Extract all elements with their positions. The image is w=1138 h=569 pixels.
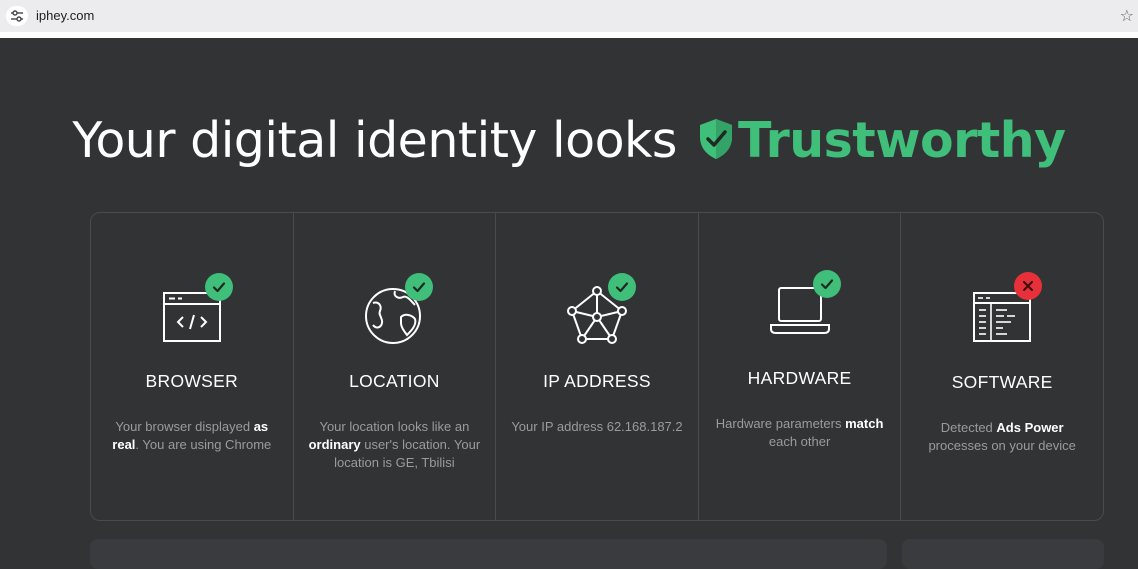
side-panel [902, 539, 1104, 569]
card-title: IP ADDRESS [543, 371, 651, 391]
card-browser: BROWSER Your browser displayed as real. … [91, 213, 294, 520]
card-software: SOFTWARE Detected Ads Power processes on… [901, 213, 1103, 520]
identity-checks-panel: BROWSER Your browser displayed as real. … [90, 212, 1104, 521]
card-ip-address: IP ADDRESS Your IP address 62.168.187.2 [496, 213, 699, 520]
check-badge-icon [405, 273, 434, 301]
desc-text: processes on your device [928, 438, 1076, 453]
card-title: SOFTWARE [951, 372, 1053, 392]
check-badge-icon [812, 270, 841, 298]
card-description: Your IP address 62.168.187.2 [510, 418, 684, 436]
card-title: HARDWARE [747, 368, 852, 388]
browser-address-bar: iphey.com ☆ [0, 0, 1138, 34]
site-info-button[interactable] [6, 6, 28, 26]
headline-prefix: Your digital identity looks [72, 112, 677, 169]
desc-text: Your IP address 62.168.187.2 [511, 419, 683, 434]
desc-text: . You are using Chrome [135, 437, 272, 452]
card-description: Hardware parameters match each other [713, 415, 887, 451]
desc-bold: Ads Power [996, 420, 1064, 435]
check-badge-icon [204, 273, 233, 301]
card-hardware: HARDWARE Hardware parameters match each … [699, 213, 902, 520]
error-badge-icon [1014, 272, 1043, 300]
shield-check-icon [698, 116, 734, 173]
verdict-text: Trustworthy [738, 112, 1066, 169]
network-icon [552, 273, 642, 353]
url-text[interactable]: iphey.com [36, 8, 94, 23]
desc-text: each other [768, 434, 831, 449]
globe-icon [349, 273, 439, 353]
desc-bold: match [845, 416, 884, 431]
desc-bold: ordinary [308, 437, 361, 452]
card-description: Detected Ads Power processes on your dev… [915, 419, 1089, 455]
toolbar-separator [0, 33, 1138, 38]
desc-text: Your browser displayed [115, 419, 254, 434]
card-description: Your location looks like an ordinary use… [308, 418, 482, 472]
details-panel [90, 539, 887, 569]
card-title: BROWSER [145, 371, 239, 391]
page-headline: Your digital identity looks Trustworthy [0, 112, 1138, 173]
card-description: Your browser displayed as real. You are … [105, 418, 279, 454]
url-omnibox[interactable]: iphey.com ☆ [0, 0, 1138, 32]
star-icon[interactable]: ☆ [1120, 6, 1134, 26]
laptop-icon [755, 270, 845, 350]
desc-text: Your location looks like an [319, 419, 470, 434]
browser-code-icon [147, 273, 237, 353]
check-badge-icon [607, 273, 636, 301]
tune-icon [11, 10, 23, 22]
desc-text: Detected [940, 420, 997, 435]
card-location: LOCATION Your location looks like an ord… [294, 213, 497, 520]
desc-text: Hardware parameters [715, 416, 846, 431]
software-window-icon [957, 272, 1047, 353]
card-title: LOCATION [349, 371, 440, 391]
